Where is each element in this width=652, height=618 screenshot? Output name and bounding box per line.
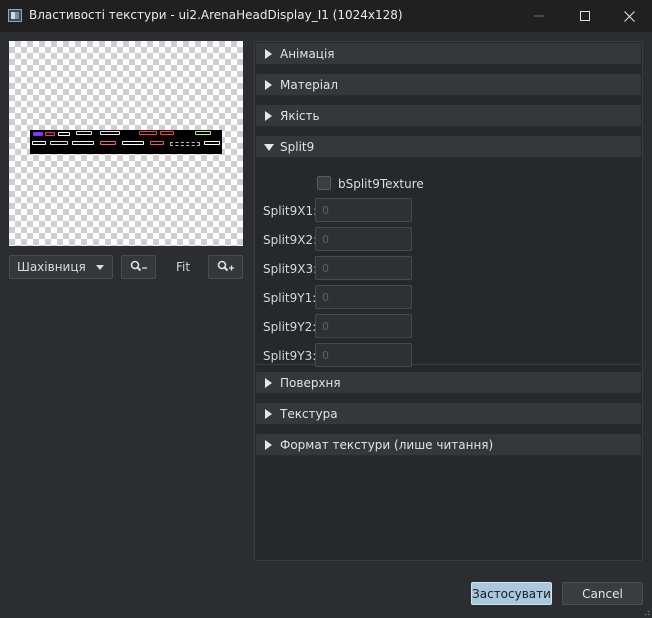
split9y2-input[interactable]: 0 [315, 314, 412, 338]
section-label: Формат текстури (лише читання) [280, 438, 494, 452]
texture-glyph [100, 141, 116, 145]
texture-glyph [204, 141, 220, 145]
split9x2-label: Split9X2: [263, 233, 318, 247]
close-icon [623, 10, 635, 22]
section-label: Матеріал [280, 78, 339, 92]
maximize-button[interactable] [562, 0, 608, 32]
texture-glyph [122, 141, 144, 145]
section-label: Split9 [280, 140, 315, 154]
split9y3-label: Split9Y3: [263, 349, 317, 363]
split9x3-label: Split9X3: [263, 262, 318, 276]
texture-glyph [76, 131, 92, 135]
minimize-icon [534, 15, 544, 17]
section-split9[interactable]: Split9 [256, 136, 641, 158]
split9-content: bSplit9Texture Split9X1: 0 Split9X2: 0 S… [256, 169, 641, 367]
section-label: Поверхня [280, 376, 341, 390]
chevron-right-icon [265, 440, 272, 450]
texture-glyph [100, 131, 120, 135]
section-material[interactable]: Матеріал [256, 74, 641, 96]
texture-properties-dialog: Шахівниця Fit Анімація Матеріал Якість S… [0, 32, 652, 618]
texture-preview[interactable] [9, 41, 243, 246]
chevron-right-icon [265, 80, 272, 90]
cancel-button[interactable]: Cancel [562, 582, 643, 605]
split9-texture-checkbox[interactable] [317, 176, 331, 190]
minimize-button[interactable] [516, 0, 562, 32]
zoom-out-icon [130, 260, 147, 272]
zoom-out-button[interactable] [121, 255, 156, 279]
texture-glyph [32, 141, 46, 145]
texture-glyph [58, 132, 70, 136]
chevron-down-icon [96, 265, 104, 270]
zoom-in-icon [217, 260, 234, 272]
texture-glyph [45, 132, 55, 136]
section-label: Анімація [280, 47, 335, 61]
window-title: Властивості текстури - ui2.ArenaHeadDisp… [29, 8, 403, 22]
split9y1-label: Split9Y1: [263, 291, 317, 305]
split9x2-input[interactable]: 0 [315, 227, 412, 251]
app-icon [8, 9, 22, 22]
texture-glyph [139, 131, 157, 135]
split9x3-input[interactable]: 0 [315, 256, 412, 280]
resize-grip-icon[interactable] [642, 608, 650, 616]
section-texture[interactable]: Текстура [256, 403, 641, 425]
title-bar[interactable]: Властивості текстури - ui2.ArenaHeadDisp… [0, 0, 652, 32]
chevron-right-icon [265, 378, 272, 388]
texture-glyph [50, 141, 68, 145]
split9x1-input[interactable]: 0 [315, 198, 412, 222]
chevron-right-icon [265, 49, 272, 59]
apply-button[interactable]: Застосувати [471, 582, 552, 605]
texture-glyph [170, 142, 200, 146]
texture-glyph [195, 131, 211, 135]
chevron-right-icon [265, 409, 272, 419]
section-animation[interactable]: Анімація [256, 43, 641, 65]
background-mode-value: Шахівниця [17, 260, 86, 274]
texture-glyph [72, 141, 94, 145]
fit-label[interactable]: Fit [176, 260, 190, 274]
section-quality[interactable]: Якість [256, 105, 641, 127]
zoom-in-button[interactable] [208, 255, 243, 279]
properties-panel[interactable]: Анімація Матеріал Якість Split9 bSplit9T… [254, 41, 643, 561]
background-mode-select[interactable]: Шахівниця [9, 255, 113, 279]
section-label: Текстура [280, 407, 338, 421]
section-surface[interactable]: Поверхня [256, 372, 641, 394]
split9-texture-label[interactable]: bSplit9Texture [338, 177, 424, 191]
chevron-right-icon [265, 111, 272, 121]
texture-glyph [150, 141, 164, 145]
texture-image [30, 130, 222, 154]
split9y1-input[interactable]: 0 [315, 285, 412, 309]
split9x1-label: Split9X1: [263, 204, 318, 218]
section-texture-format[interactable]: Формат текстури (лише читання) [256, 434, 641, 456]
texture-glyph [160, 131, 174, 135]
maximize-icon [580, 11, 590, 21]
texture-glyph [33, 132, 43, 136]
section-label: Якість [280, 109, 320, 123]
split9y3-input[interactable]: 0 [315, 343, 412, 367]
close-button[interactable] [606, 0, 652, 32]
split9y2-label: Split9Y2: [263, 320, 317, 334]
chevron-down-icon [264, 144, 274, 151]
